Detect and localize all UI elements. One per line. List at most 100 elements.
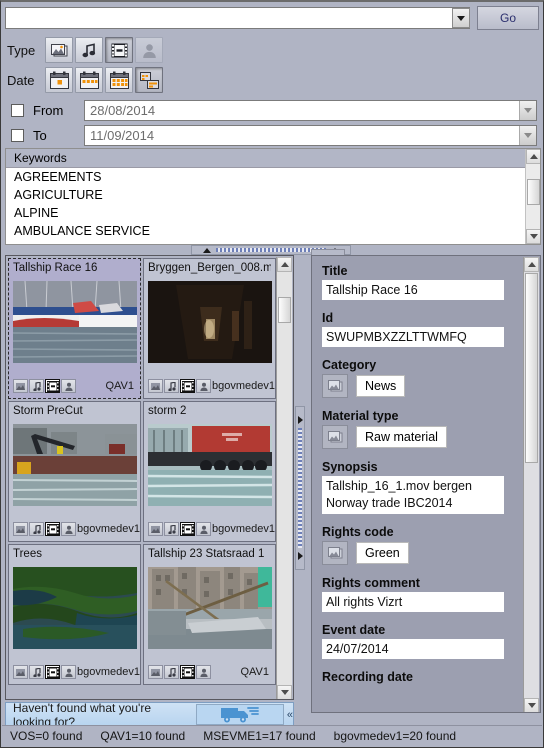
picture-icon[interactable] bbox=[322, 374, 348, 398]
thumbnail-footer: bgovmedev1 bbox=[13, 520, 140, 538]
date-button-week[interactable] bbox=[75, 67, 103, 93]
thumbnails-scrollbar[interactable] bbox=[276, 257, 292, 699]
keywords-list[interactable]: AGREEMENTS AGRICULTURE ALPINE AMBULANCE … bbox=[6, 168, 540, 244]
synopsis-field[interactable]: Tallship_16_1.mov bergen Norway trade IB… bbox=[322, 476, 504, 514]
film-strip-icon bbox=[180, 665, 195, 679]
picture-icon[interactable] bbox=[322, 541, 348, 565]
list-item[interactable]: AMBULANCE SERVICE bbox=[6, 222, 540, 240]
category-value[interactable]: News bbox=[356, 375, 406, 397]
thumbnail-title: Storm PreCut bbox=[13, 405, 83, 417]
event-date-label: Event date bbox=[322, 623, 386, 637]
from-checkbox[interactable] bbox=[11, 103, 24, 117]
material-type-row: Raw material bbox=[322, 425, 530, 449]
id-field[interactable]: SWUPMBXZZLTTWMFQ bbox=[322, 327, 504, 347]
status-item-qav1: QAV1=10 found bbox=[100, 729, 186, 743]
scroll-up-button[interactable] bbox=[526, 149, 540, 164]
thumbnail-footer: bgovmedev1 bbox=[148, 377, 275, 395]
type-button-audio[interactable] bbox=[75, 37, 103, 63]
to-date-field[interactable]: 11/09/2014 bbox=[84, 124, 537, 146]
type-label: Type bbox=[7, 42, 36, 58]
thumbnail-title: Tallship Race 16 bbox=[13, 262, 98, 274]
scrollbar-thumb[interactable] bbox=[525, 273, 538, 463]
date-button-custom[interactable] bbox=[135, 67, 163, 93]
delivery-truck-icon[interactable] bbox=[195, 704, 284, 725]
recording-date-label: Recording date bbox=[322, 670, 413, 684]
person-icon bbox=[196, 522, 211, 536]
scroll-up-button[interactable] bbox=[524, 257, 539, 272]
thumbnail-card[interactable]: Bryggen_Bergen_008.m bgovmedev1 bbox=[143, 258, 276, 399]
splitter-collapse-up-icon[interactable] bbox=[203, 247, 211, 253]
thumbnail-image[interactable] bbox=[13, 281, 137, 363]
thumbnail-image[interactable] bbox=[148, 424, 272, 506]
person-icon bbox=[196, 665, 211, 679]
scroll-down-button[interactable] bbox=[277, 685, 292, 699]
date-label: Date bbox=[7, 72, 35, 88]
date-button-month[interactable] bbox=[105, 67, 133, 93]
type-button-picture[interactable] bbox=[45, 37, 73, 63]
type-button-video[interactable] bbox=[105, 37, 133, 63]
type-button-person[interactable] bbox=[135, 37, 163, 63]
search-combo[interactable] bbox=[5, 7, 470, 29]
person-icon bbox=[196, 379, 211, 393]
scroll-down-button[interactable] bbox=[526, 229, 540, 244]
thumbnail-footer: QAV1 bbox=[13, 377, 136, 395]
film-strip-icon bbox=[45, 379, 60, 393]
list-item[interactable]: AGRICULTURE bbox=[6, 186, 540, 204]
scroll-down-button[interactable] bbox=[524, 698, 539, 712]
date-button-day[interactable] bbox=[45, 67, 73, 93]
scroll-up-button[interactable] bbox=[277, 257, 292, 272]
picture-icon[interactable] bbox=[322, 425, 348, 449]
from-label: From bbox=[33, 102, 64, 118]
thumbnail-card[interactable]: Tallship 23 Statsraad 1 QAV1 bbox=[143, 544, 276, 685]
thumbnail-card[interactable]: Storm PreCut bgovmedev1 bbox=[8, 401, 141, 542]
type-filter-row: Type bbox=[1, 34, 165, 66]
rights-code-value[interactable]: Green bbox=[356, 542, 409, 564]
film-strip-icon bbox=[180, 379, 195, 393]
thumbnail-card[interactable]: storm 2 bgovmedev1 bbox=[143, 401, 276, 542]
thumbnail-card[interactable]: Tallship Race 16 QAV1 bbox=[8, 258, 141, 399]
keywords-scrollbar[interactable] bbox=[525, 149, 540, 244]
scrollbar-thumb[interactable] bbox=[527, 179, 540, 205]
thumbnail-footer: bgovmedev1 bbox=[148, 520, 275, 538]
list-item[interactable]: AGREEMENTS bbox=[6, 168, 540, 186]
scrollbar-thumb[interactable] bbox=[278, 297, 291, 323]
person-icon bbox=[61, 522, 76, 536]
category-row: News bbox=[322, 374, 530, 398]
thumbnail-image[interactable] bbox=[148, 281, 272, 363]
thumbnail-title: Bryggen_Bergen_008.m bbox=[148, 262, 271, 274]
search-input[interactable] bbox=[10, 9, 452, 27]
from-date-field[interactable]: 28/08/2014 bbox=[84, 99, 537, 121]
splitter-collapse-right-icon[interactable] bbox=[297, 416, 303, 424]
thumbnail-source: bgovmedev1 bbox=[77, 666, 140, 678]
material-type-value[interactable]: Raw material bbox=[356, 426, 447, 448]
metadata-scrollbar[interactable] bbox=[523, 257, 539, 712]
title-field[interactable]: Tallship Race 16 bbox=[322, 280, 504, 300]
music-note-icon bbox=[164, 665, 179, 679]
thumbnail-footer: QAV1 bbox=[148, 663, 271, 681]
vertical-splitter[interactable] bbox=[295, 406, 305, 570]
thumbnail-source: QAV1 bbox=[105, 380, 134, 392]
list-item[interactable]: ALPINE bbox=[6, 204, 540, 222]
to-checkbox[interactable] bbox=[11, 128, 24, 142]
chevron-down-icon[interactable] bbox=[452, 8, 470, 28]
date-to-row: To 11/09/2014 bbox=[1, 122, 543, 148]
go-button[interactable]: Go bbox=[477, 6, 539, 30]
splitter-expand-right-icon[interactable] bbox=[297, 552, 303, 560]
material-type-label: Material type bbox=[322, 409, 399, 423]
banner-collapse-icon[interactable]: « bbox=[287, 709, 293, 721]
rights-code-label: Rights code bbox=[322, 525, 394, 539]
rights-comment-field[interactable]: All rights Vizrt bbox=[322, 592, 504, 612]
thumbnail-image[interactable] bbox=[13, 567, 137, 649]
to-chevron-down-icon[interactable] bbox=[519, 125, 536, 145]
thumbnail-image[interactable] bbox=[13, 424, 137, 506]
from-chevron-down-icon[interactable] bbox=[519, 100, 536, 120]
thumbnail-card[interactable]: Trees bgovmedev1 bbox=[8, 544, 141, 685]
title-label: Title bbox=[322, 264, 348, 278]
suggestion-banner[interactable]: Haven't found what you're looking for? « bbox=[5, 701, 294, 729]
status-item-msevme1: MSEVME1=17 found bbox=[203, 729, 316, 743]
id-label: Id bbox=[322, 311, 334, 325]
date-from-row: From 28/08/2014 bbox=[1, 97, 543, 123]
person-icon bbox=[61, 379, 76, 393]
thumbnail-image[interactable] bbox=[148, 567, 272, 649]
event-date-field[interactable]: 24/07/2014 bbox=[322, 639, 504, 659]
